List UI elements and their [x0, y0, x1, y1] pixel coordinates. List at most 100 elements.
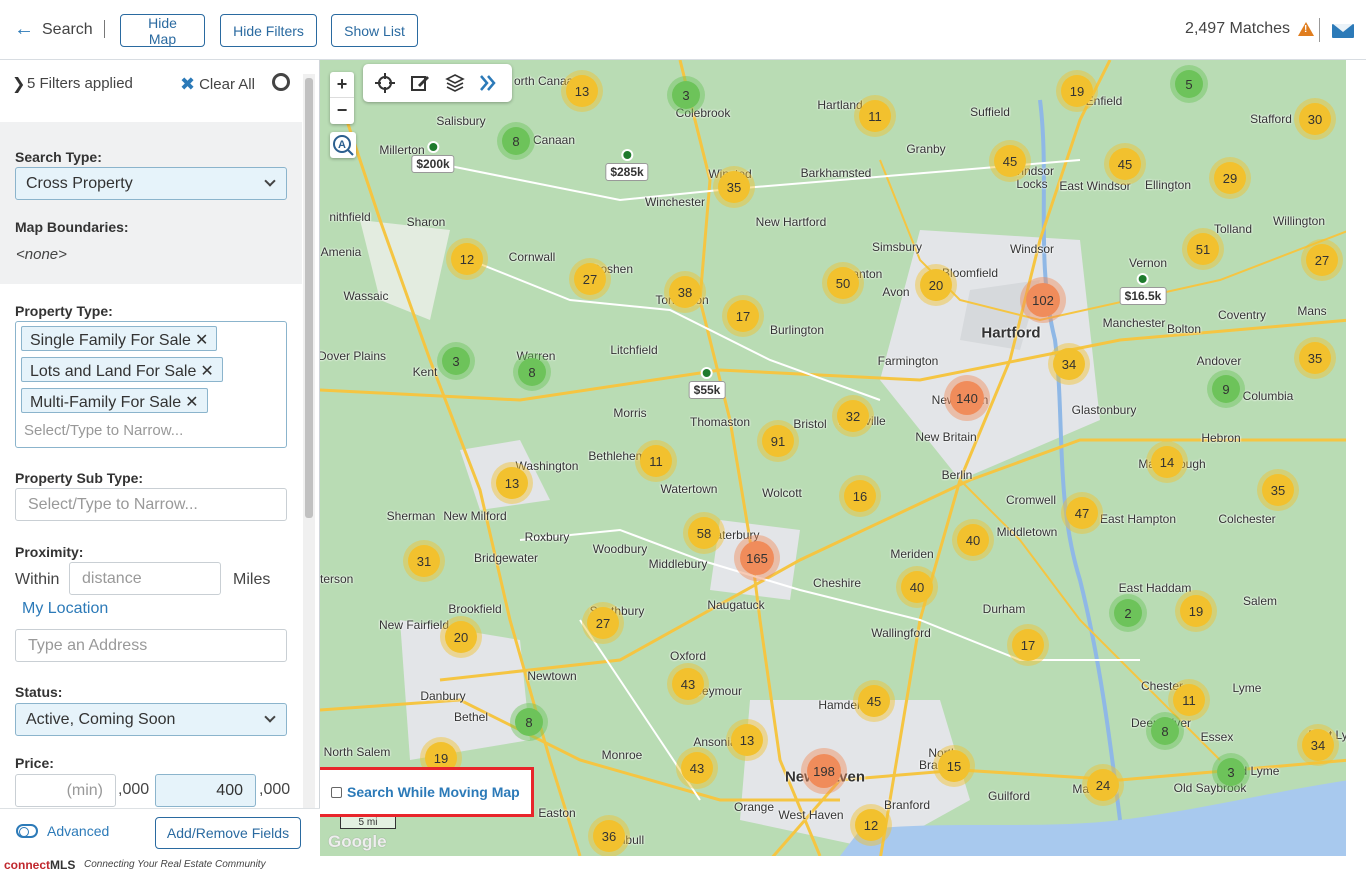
advanced-label[interactable]: Advanced — [47, 823, 109, 839]
distance-input[interactable]: distance — [69, 562, 221, 595]
pin-price-label[interactable]: $285k — [605, 163, 649, 181]
address-input[interactable]: Type an Address — [15, 629, 287, 662]
gear-icon[interactable] — [272, 73, 290, 91]
listing-pin[interactable]: $285k — [605, 149, 649, 181]
status-select[interactable]: Active, Coming Soon — [15, 703, 287, 736]
cluster-marker[interactable]: 40 — [957, 524, 989, 556]
cluster-marker[interactable]: 198 — [807, 754, 841, 788]
cluster-marker[interactable]: 3 — [442, 347, 470, 375]
clear-all-button[interactable]: ✖ Clear All — [180, 74, 255, 95]
scrollbar[interactable] — [303, 74, 315, 824]
listing-pin[interactable]: $200k — [411, 141, 455, 173]
cluster-marker[interactable]: 35 — [1262, 474, 1294, 506]
close-icon[interactable]: ✕ — [195, 332, 208, 349]
cluster-marker[interactable]: 40 — [901, 571, 933, 603]
warning-icon[interactable] — [1298, 22, 1314, 36]
filters-applied-label[interactable]: 5 Filters applied — [27, 75, 133, 92]
cluster-marker[interactable]: 45 — [994, 145, 1026, 177]
my-location-link[interactable]: My Location — [22, 600, 108, 618]
search-while-moving-label[interactable]: Search While Moving Map — [347, 784, 520, 800]
cluster-marker[interactable]: 15 — [938, 750, 970, 782]
cluster-marker[interactable]: 2 — [1114, 599, 1142, 627]
cluster-marker[interactable]: 29 — [1214, 162, 1246, 194]
property-type-multiselect[interactable]: Single Family For Sale ✕ Lots and Land Fo… — [15, 321, 287, 448]
cluster-marker[interactable]: 9 — [1212, 375, 1240, 403]
cluster-marker[interactable]: 45 — [1109, 148, 1141, 180]
pin-marker-icon[interactable] — [427, 141, 439, 153]
cluster-marker[interactable]: 3 — [1217, 758, 1245, 786]
cluster-marker[interactable]: 47 — [1066, 497, 1098, 529]
cluster-marker[interactable]: 8 — [515, 708, 543, 736]
cluster-marker[interactable]: 45 — [858, 685, 890, 717]
cluster-marker[interactable]: 43 — [672, 668, 704, 700]
pin-marker-icon[interactable] — [621, 149, 633, 161]
property-sub-type-input[interactable]: Select/Type to Narrow... — [15, 488, 287, 521]
price-min-input[interactable]: (min) — [15, 774, 116, 807]
cluster-marker[interactable]: 13 — [731, 724, 763, 756]
cluster-marker[interactable]: 19 — [1180, 595, 1212, 627]
cluster-marker[interactable]: 8 — [518, 358, 546, 386]
chevron-right-icon[interactable]: ❯ — [12, 74, 25, 94]
cluster-marker[interactable]: 35 — [718, 171, 750, 203]
show-list-button[interactable]: Show List — [331, 14, 418, 47]
back-to-search-link[interactable]: ← Search — [14, 18, 93, 41]
cluster-marker[interactable]: 27 — [574, 263, 606, 295]
cluster-marker[interactable]: 32 — [837, 400, 869, 432]
crosshair-icon[interactable] — [375, 73, 395, 93]
search-while-moving-toggle[interactable]: Search While Moving Map — [320, 767, 534, 817]
close-icon[interactable]: ✕ — [200, 363, 213, 380]
property-type-chip[interactable]: Multi-Family For Sale ✕ — [21, 388, 208, 413]
cluster-marker[interactable]: 20 — [445, 621, 477, 653]
cluster-marker[interactable]: 43 — [681, 752, 713, 784]
cluster-marker[interactable]: 102 — [1026, 283, 1060, 317]
cluster-marker[interactable]: 165 — [740, 541, 774, 575]
add-remove-fields-button[interactable]: Add/Remove Fields — [155, 817, 301, 849]
cluster-marker[interactable]: 3 — [672, 81, 700, 109]
pin-price-label[interactable]: $55k — [688, 381, 726, 399]
cluster-marker[interactable]: 35 — [1299, 342, 1331, 374]
cluster-marker[interactable]: 5 — [1175, 70, 1203, 98]
cluster-marker[interactable]: 20 — [920, 269, 952, 301]
double-chevron-right-icon[interactable] — [478, 73, 498, 93]
cluster-marker[interactable]: 16 — [844, 480, 876, 512]
zoom-in-button[interactable]: + — [330, 72, 354, 98]
cluster-marker[interactable]: 12 — [855, 809, 887, 841]
listing-pin[interactable]: $55k — [688, 367, 726, 399]
cluster-marker[interactable]: 11 — [640, 445, 672, 477]
cluster-marker[interactable]: 17 — [1012, 629, 1044, 661]
cluster-marker[interactable]: 8 — [502, 127, 530, 155]
property-type-placeholder[interactable]: Select/Type to Narrow... — [24, 422, 183, 439]
pin-marker-icon[interactable] — [700, 367, 713, 379]
cluster-marker[interactable]: 50 — [827, 267, 859, 299]
cluster-marker[interactable]: 11 — [1173, 684, 1205, 716]
cluster-marker[interactable]: 91 — [762, 425, 794, 457]
cluster-marker[interactable]: 34 — [1302, 729, 1334, 761]
cluster-marker[interactable]: 14 — [1151, 446, 1183, 478]
cluster-marker[interactable]: 24 — [1087, 769, 1119, 801]
cluster-marker[interactable]: 51 — [1187, 233, 1219, 265]
cluster-marker[interactable]: 27 — [1306, 244, 1338, 276]
cluster-marker[interactable]: 140 — [950, 381, 984, 415]
mail-icon[interactable] — [1332, 24, 1354, 38]
cluster-marker[interactable]: 13 — [496, 467, 528, 499]
hide-map-button[interactable]: Hide Map — [120, 14, 205, 47]
cluster-marker[interactable]: 36 — [593, 820, 625, 852]
cluster-marker[interactable]: 30 — [1299, 103, 1331, 135]
cluster-marker[interactable]: 17 — [727, 300, 759, 332]
property-type-chip[interactable]: Single Family For Sale ✕ — [21, 326, 218, 351]
layers-icon[interactable] — [445, 73, 465, 93]
listing-pin[interactable]: $16.5k — [1119, 273, 1167, 305]
draw-area-icon[interactable]: A — [330, 132, 356, 158]
cluster-marker[interactable]: 31 — [408, 545, 440, 577]
cluster-marker[interactable]: 8 — [1151, 717, 1179, 745]
pin-price-label[interactable]: $200k — [411, 155, 455, 173]
close-icon[interactable]: ✕ — [185, 394, 198, 411]
search-while-moving-checkbox[interactable] — [331, 786, 342, 798]
pin-price-label[interactable]: $16.5k — [1119, 287, 1167, 305]
search-type-select[interactable]: Cross Property — [15, 167, 287, 200]
cluster-marker[interactable]: 38 — [669, 276, 701, 308]
edit-icon[interactable] — [410, 73, 430, 93]
advanced-toggle[interactable] — [16, 824, 38, 838]
scrollbar-thumb[interactable] — [305, 78, 313, 518]
map[interactable]: orth Canaan Colebrook Hartland Suffield Enfi… — [320, 60, 1350, 856]
